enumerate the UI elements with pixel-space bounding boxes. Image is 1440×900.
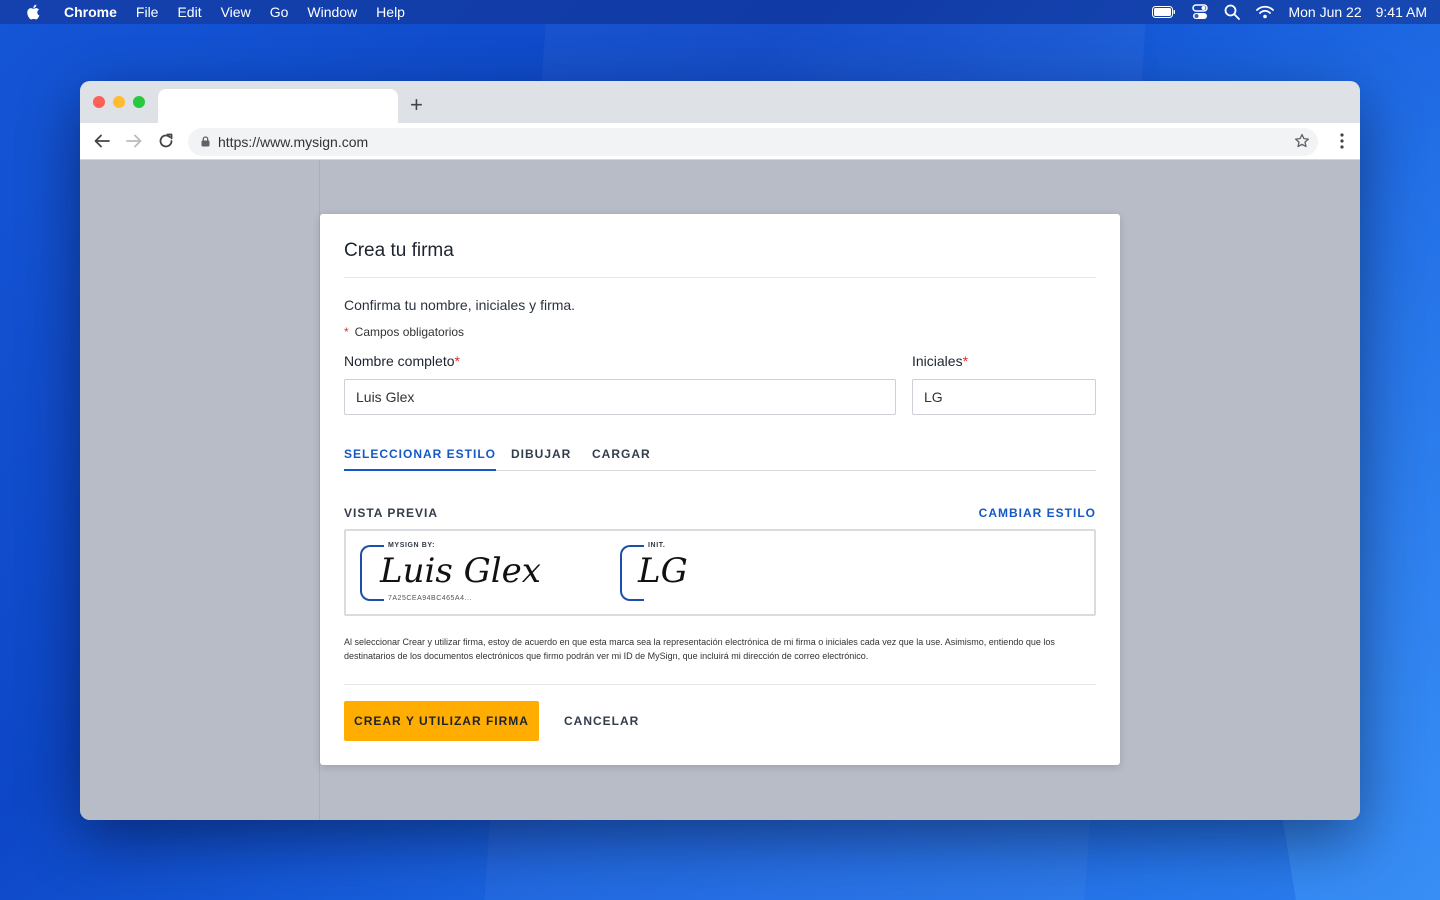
menu-edit[interactable]: Edit [177,4,201,20]
footer-divider [344,684,1096,685]
initials-label-text: Iniciales [912,353,963,369]
dialog-title: Crea tu firma [344,240,454,261]
required-note-text: Campos obligatorios [354,325,465,339]
address-bar[interactable]: https://www.mysign.com [188,128,1318,156]
url-text[interactable]: https://www.mysign.com [218,134,368,150]
battery-icon[interactable] [1152,6,1176,18]
wifi-icon[interactable] [1256,5,1275,19]
browser-window: + https://www.mysign.com Crea tu firma C… [80,81,1360,820]
create-signature-dialog: Crea tu firma Confirma tu nombre, inicia… [320,214,1120,765]
preview-label: VISTA PREVIA [344,506,439,520]
page-content: Crea tu firma Confirma tu nombre, inicia… [80,160,1360,820]
tab-select-style[interactable]: SELECCIONAR ESTILO [344,447,497,471]
menu-window[interactable]: Window [307,4,357,20]
reload-icon[interactable] [157,132,175,150]
apple-icon[interactable] [26,4,40,20]
signature-method-tabs: SELECCIONAR ESTILO DIBUJAR CARGAR [344,447,1096,471]
menu-date[interactable]: Mon Jun 22 [1288,4,1361,20]
menu-time[interactable]: 9:41 AM [1376,4,1427,20]
bookmark-star-icon[interactable] [1294,133,1310,149]
signature-script: Luis Glex [380,551,541,591]
forward-arrow-icon[interactable] [125,132,143,150]
required-marker: * [962,353,969,369]
menu-help[interactable]: Help [376,4,405,20]
full-name-input[interactable] [344,379,896,415]
legal-disclaimer: Al seleccionar Crear y utilizar firma, e… [344,637,1055,661]
signature-caption: MYSIGN BY: [388,542,436,549]
menu-go[interactable]: Go [270,4,289,20]
initials-script: LG [638,551,688,591]
create-and-use-signature-button[interactable]: CREAR Y UTILIZAR FIRMA [344,701,539,741]
menu-view[interactable]: View [221,4,251,20]
signature-hash: 7A25CEA94BC465A4... [388,595,472,602]
tab-draw[interactable]: DIBUJAR [511,447,571,471]
full-name-label: Nombre completo* [344,353,460,369]
control-center-icon[interactable] [1192,4,1209,20]
spotlight-search-icon[interactable] [1224,4,1241,20]
title-divider [344,277,1096,278]
menu-app-name[interactable]: Chrome [64,4,117,20]
required-marker: * [344,325,349,339]
tab-bar: + [80,81,1360,123]
menu-bar: Chrome File Edit View Go Window Help Mon… [0,0,1440,24]
zoom-window-button[interactable] [133,96,145,108]
required-fields-note: * Campos obligatorios [344,325,464,339]
initials-input[interactable] [912,379,1096,415]
window-controls [93,96,145,108]
initials-caption: INIT. [648,542,666,549]
dialog-subtitle: Confirma tu nombre, iniciales y firma. [344,297,576,313]
signature-preview: MYSIGN BY: Luis Glex 7A25CEA94BC465A4...… [344,529,1096,616]
browser-toolbar: https://www.mysign.com [80,123,1360,160]
back-arrow-icon[interactable] [93,132,111,150]
cancel-button[interactable]: CANCELAR [552,701,651,741]
initials-label: Iniciales* [912,353,968,369]
minimize-window-button[interactable] [113,96,125,108]
new-tab-button[interactable]: + [410,94,423,116]
full-name-label-text: Nombre completo [344,353,455,369]
close-window-button[interactable] [93,96,105,108]
more-options-icon[interactable] [1340,133,1344,149]
tab-upload[interactable]: CARGAR [592,447,651,471]
lock-icon[interactable] [201,136,210,147]
menu-file[interactable]: File [136,4,159,20]
required-marker: * [454,353,460,369]
browser-tab[interactable] [158,89,398,123]
change-style-link[interactable]: CAMBIAR ESTILO [979,506,1096,520]
